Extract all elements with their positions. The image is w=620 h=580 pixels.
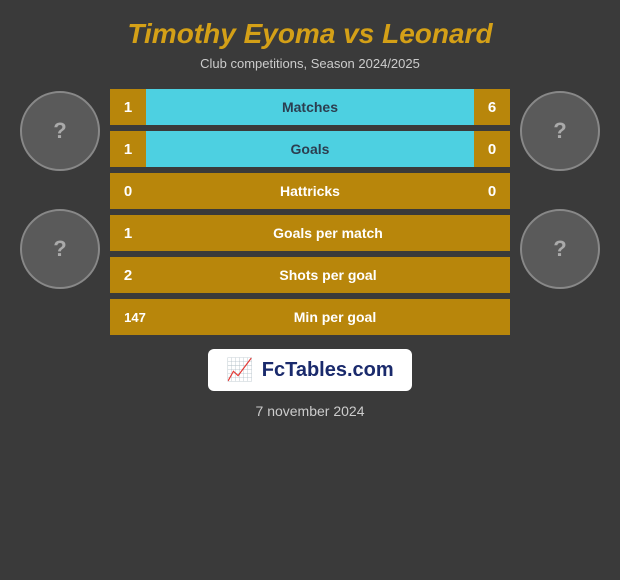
shots-per-goal-row: 2 Shots per goal — [110, 257, 510, 293]
gpm-left-val: 1 — [110, 215, 146, 251]
subtitle: Club competitions, Season 2024/2025 — [200, 56, 420, 71]
player2-avatar: ? — [520, 91, 600, 171]
stats-column: 1 Matches 6 1 Goals 0 0 Hattricks 0 — [110, 89, 510, 335]
logo-icon: 📈 — [226, 357, 253, 383]
right-player-column: ? ? — [510, 89, 610, 289]
player2-avatar-2: ? — [520, 209, 600, 289]
goals-per-match-row: 1 Goals per match — [110, 215, 510, 251]
matches-label: Matches — [146, 89, 474, 125]
gpm-label: Goals per match — [146, 215, 510, 251]
hattricks-row: 0 Hattricks 0 — [110, 173, 510, 209]
spg-label: Shots per goal — [146, 257, 510, 293]
matches-row: 1 Matches 6 — [110, 89, 510, 125]
matches-bar: Matches — [146, 89, 474, 125]
goals-row: 1 Goals 0 — [110, 131, 510, 167]
fctables-logo: 📈 FcTables.com — [208, 349, 411, 391]
goals-left-val: 1 — [110, 131, 146, 167]
title: Timothy Eyoma vs Leonard — [127, 18, 492, 50]
mpg-left-val: 147 — [110, 299, 160, 335]
logo-text: FcTables.com — [262, 359, 394, 382]
main-content: ? ? 1 Matches 6 1 Goals 0 — [0, 89, 620, 335]
left-player-column: ? ? — [10, 89, 110, 289]
hattricks-right-val: 0 — [474, 173, 510, 209]
date-display: 7 november 2024 — [256, 403, 365, 419]
matches-right-val: 6 — [474, 89, 510, 125]
mpg-label: Min per goal — [160, 299, 510, 335]
goals-bar: Goals — [146, 131, 474, 167]
matches-left-val: 1 — [110, 89, 146, 125]
spg-left-val: 2 — [110, 257, 146, 293]
hattricks-left-val: 0 — [110, 173, 146, 209]
goals-label: Goals — [146, 131, 474, 167]
player1-avatar: ? — [20, 91, 100, 171]
hattricks-label: Hattricks — [146, 173, 474, 209]
player1-avatar-2: ? — [20, 209, 100, 289]
min-per-goal-row: 147 Min per goal — [110, 299, 510, 335]
goals-right-val: 0 — [474, 131, 510, 167]
